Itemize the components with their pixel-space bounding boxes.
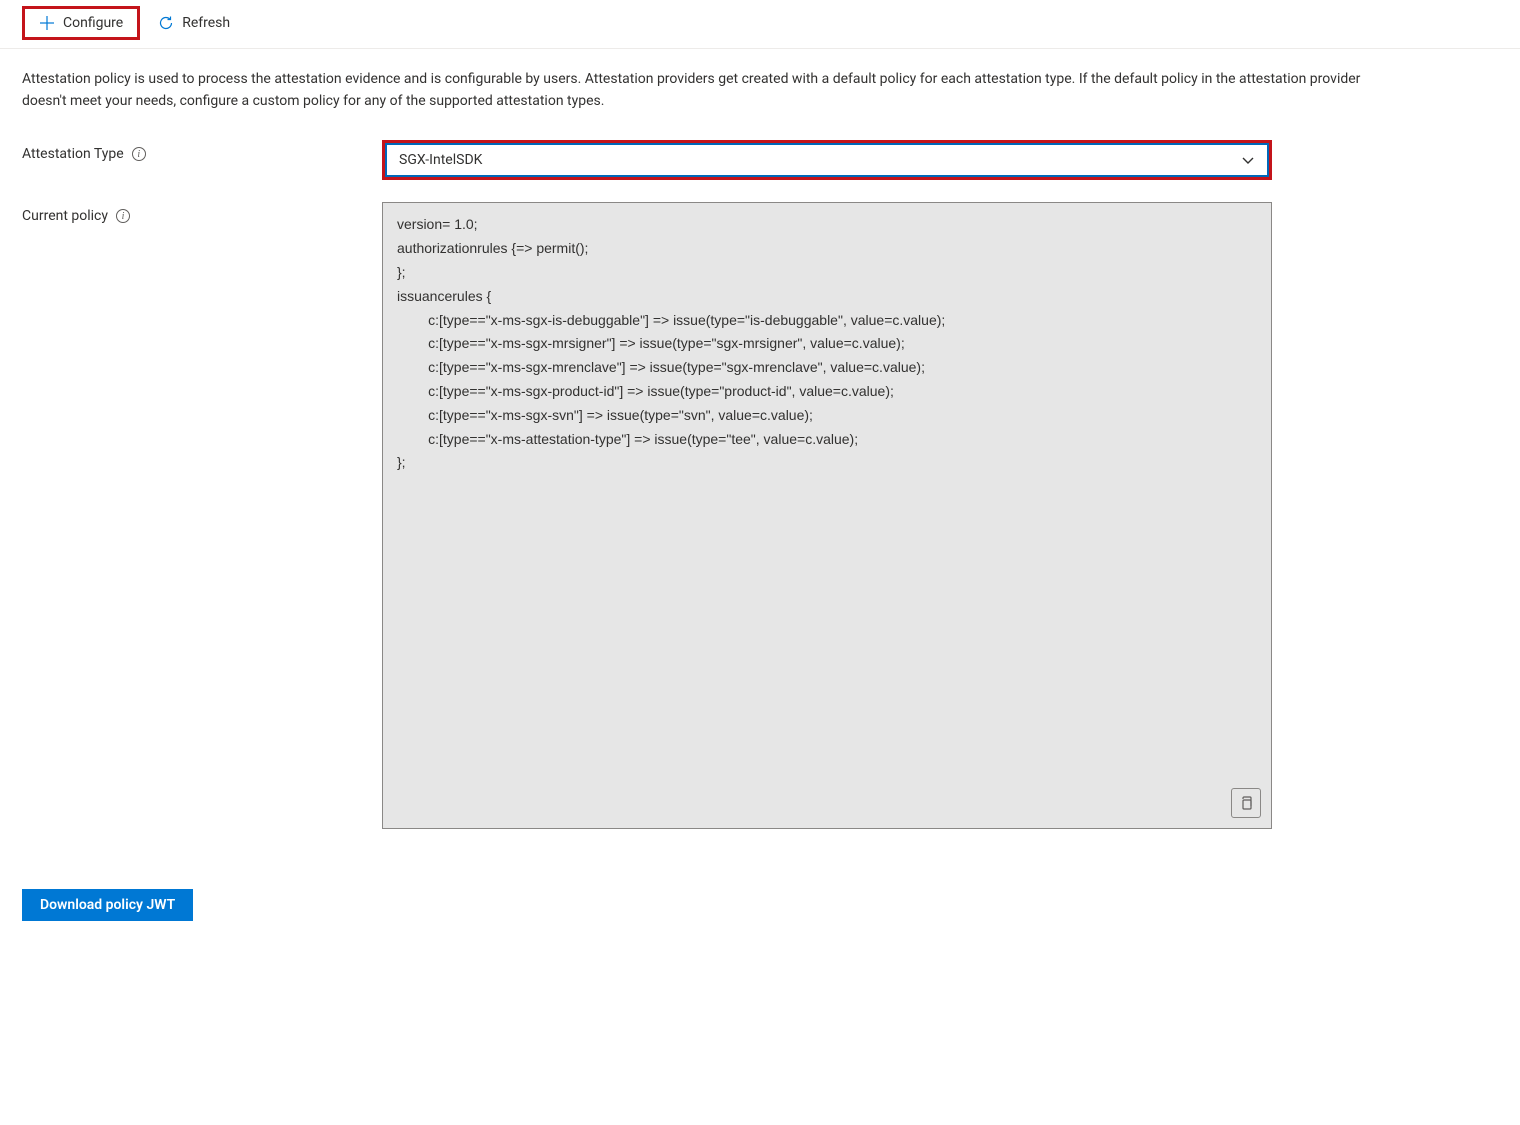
download-jwt-label: Download policy JWT — [40, 897, 175, 913]
attestation-type-select[interactable]: SGX-IntelSDK — [385, 143, 1269, 177]
current-policy-label-wrap: Current policy i — [22, 202, 382, 224]
plus-icon — [39, 15, 55, 31]
attestation-type-control: SGX-IntelSDK — [382, 140, 1272, 180]
attestation-type-label-wrap: Attestation Type i — [22, 140, 382, 162]
attestation-type-label: Attestation Type — [22, 146, 124, 162]
attestation-type-row: Attestation Type i SGX-IntelSDK — [22, 140, 1498, 180]
policy-textarea[interactable]: version= 1.0; authorizationrules {=> per… — [382, 202, 1272, 829]
toolbar: Configure Refresh — [0, 0, 1520, 49]
download-jwt-button[interactable]: Download policy JWT — [22, 889, 193, 921]
refresh-button[interactable]: Refresh — [144, 9, 244, 37]
policy-content: version= 1.0; authorizationrules {=> per… — [397, 216, 945, 470]
policy-description: Attestation policy is used to process th… — [22, 69, 1362, 112]
configure-label: Configure — [63, 15, 123, 31]
current-policy-label: Current policy — [22, 208, 108, 224]
current-policy-control: version= 1.0; authorizationrules {=> per… — [382, 202, 1272, 829]
refresh-icon — [158, 15, 174, 31]
copy-icon — [1238, 795, 1254, 811]
attestation-type-value: SGX-IntelSDK — [399, 152, 482, 168]
content-area: Attestation policy is used to process th… — [0, 49, 1520, 871]
current-policy-row: Current policy i version= 1.0; authoriza… — [22, 202, 1498, 829]
info-icon[interactable]: i — [116, 209, 130, 223]
copy-button[interactable] — [1231, 788, 1261, 818]
attestation-type-highlight: SGX-IntelSDK — [382, 140, 1272, 180]
configure-button[interactable]: Configure — [22, 6, 140, 40]
refresh-label: Refresh — [182, 15, 230, 31]
chevron-down-icon — [1241, 153, 1255, 167]
info-icon[interactable]: i — [132, 147, 146, 161]
